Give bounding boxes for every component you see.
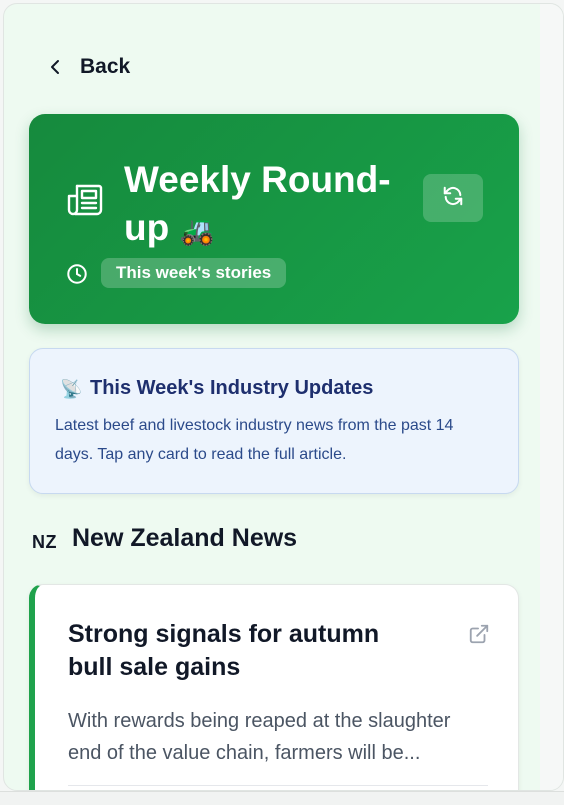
article-divider	[68, 785, 488, 786]
back-label: Back	[80, 55, 131, 78]
article-summary: With rewards being reaped at the slaught…	[68, 710, 451, 764]
week-badge: This week's stories	[101, 258, 287, 288]
newspaper-icon	[67, 180, 105, 218]
page-title: Weekly Round-up 🚜	[124, 159, 391, 248]
article-title: Strong signals for autumn bull sale gain…	[68, 620, 380, 681]
app-frame: Back Weekly Round-up 🚜 This week's stori…	[3, 3, 564, 791]
external-link-icon[interactable]	[468, 623, 490, 645]
nz-flag-icon: NZ	[32, 532, 57, 552]
section-title: New Zealand News	[72, 524, 298, 552]
article-card[interactable]: Strong signals for autumn bull sale gain…	[29, 584, 519, 790]
satellite-dish-icon: 📡	[60, 379, 83, 400]
chevron-left-icon	[48, 59, 62, 75]
info-card: 📡 This Week's Industry Updates Latest be…	[29, 348, 519, 494]
refresh-icon	[442, 185, 464, 212]
tractor-icon: 🚜	[179, 214, 215, 247]
back-button[interactable]: Back	[48, 52, 130, 82]
clock-icon	[66, 263, 88, 285]
refresh-button[interactable]	[423, 174, 483, 222]
info-title: This Week's Industry Updates	[90, 377, 374, 399]
info-description: Latest beef and livestock industry news …	[55, 417, 454, 463]
hero-card: Weekly Round-up 🚜 This week's stories	[29, 114, 519, 324]
scrollbar-track[interactable]	[540, 4, 563, 790]
horizontal-scrollbar[interactable]	[0, 791, 564, 805]
